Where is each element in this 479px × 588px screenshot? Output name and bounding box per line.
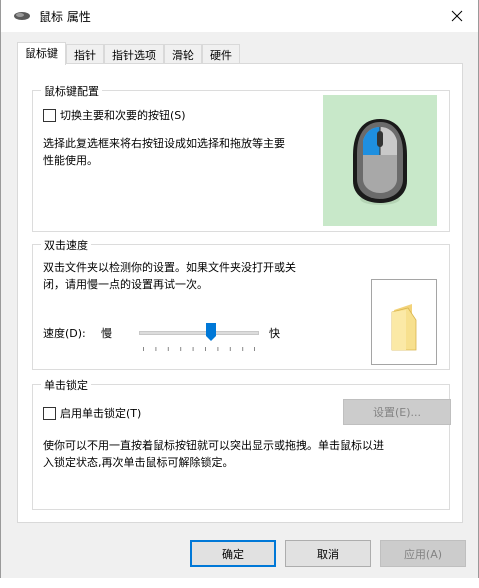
close-icon <box>451 10 463 22</box>
speed-slider-ticks <box>143 347 255 351</box>
window-title: 鼠标 属性 <box>39 10 91 24</box>
click-lock-label: 启用单击锁定(T) <box>60 407 142 420</box>
tab-pointer-options[interactable]: 指针选项 <box>104 44 164 64</box>
tab-wheel[interactable]: 滑轮 <box>164 44 202 64</box>
speed-slider-track[interactable] <box>139 331 259 335</box>
button-config-group: 鼠标键配置 切换主要和次要的按钮(S) 选择此复选框来将右按钮设成如选择和拖放等… <box>32 83 450 232</box>
button-config-description: 选择此复选框来将右按钮设成如选择和拖放等主要 性能使用。 <box>43 137 285 167</box>
switch-buttons-checkbox[interactable] <box>43 108 56 122</box>
click-lock-checkbox[interactable] <box>43 406 56 420</box>
double-click-description: 双击文件夹以检测你的设置。如果文件夹没打开或关 闭，请用慢一点的设置再试一次。 <box>43 261 296 291</box>
tab-pointers[interactable]: 指针 <box>66 44 104 64</box>
double-click-title: 双击速度 <box>41 237 91 253</box>
ok-button[interactable]: 确定 <box>190 540 276 567</box>
speed-slider-thumb[interactable] <box>206 323 216 341</box>
test-folder-area[interactable] <box>371 279 437 365</box>
speed-label: 速度(D): <box>43 327 86 340</box>
switch-buttons-label: 切换主要和次要的按钮(S) <box>60 109 186 122</box>
title-bar: 鼠标 属性 <box>1 0 478 32</box>
tab-buttons[interactable]: 鼠标键 <box>17 42 66 65</box>
mouse-icon <box>14 12 30 20</box>
click-lock-description: 使你可以不用一直按着鼠标按钮就可以突出显示或拖拽。单击鼠标以进 入锁定状态,再次… <box>43 439 384 469</box>
tab-panel: 鼠标键配置 切换主要和次要的按钮(S) 选择此复选框来将右按钮设成如选择和拖放等… <box>17 63 463 523</box>
close-button[interactable] <box>446 5 468 27</box>
tab-strip: 鼠标键 指针 指针选项 滑轮 硬件 <box>17 42 240 65</box>
click-lock-settings-button[interactable]: 设置(E)... <box>343 399 451 425</box>
mouse-preview <box>323 95 437 226</box>
switch-buttons-row[interactable]: 切换主要和次要的按钮(S) <box>43 107 186 123</box>
mouse-properties-window: 鼠标 属性 鼠标键 指针 指针选项 滑轮 硬件 鼠标键配置 切换主要和次要的按钮… <box>0 0 479 578</box>
slow-label: 慢 <box>101 327 112 340</box>
apply-button[interactable]: 应用(A) <box>380 540 466 567</box>
background-strip <box>0 578 479 588</box>
click-lock-title: 单击锁定 <box>41 377 91 393</box>
click-lock-row[interactable]: 启用单击锁定(T) <box>43 405 141 421</box>
cancel-button[interactable]: 取消 <box>285 540 371 567</box>
double-click-group: 双击速度 双击文件夹以检测你的设置。如果文件夹没打开或关 闭，请用慢一点的设置再… <box>32 237 450 370</box>
button-config-title: 鼠标键配置 <box>41 83 102 99</box>
folder-icon[interactable] <box>372 280 438 366</box>
fast-label: 快 <box>269 327 280 340</box>
tab-hardware[interactable]: 硬件 <box>202 44 240 64</box>
click-lock-group: 单击锁定 启用单击锁定(T) 设置(E)... 使你可以不用一直按着鼠标按钮就可… <box>32 377 451 510</box>
mouse-illustration-icon <box>353 119 407 205</box>
